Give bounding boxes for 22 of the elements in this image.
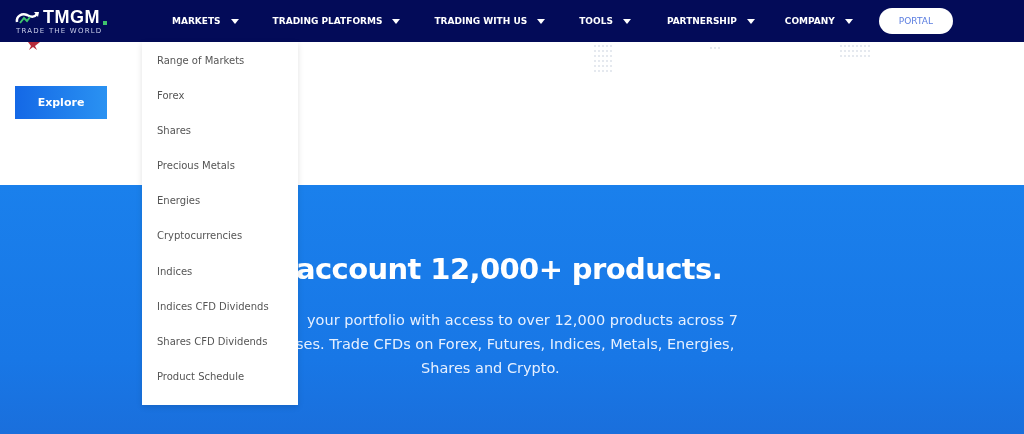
hero-headline: account 12,000+ products. [296,252,723,286]
dropdown-item[interactable]: Cryptocurrencies [142,229,298,265]
dropdown-item[interactable]: Forex [142,89,298,125]
nav-menu-item[interactable]: PARTNERSHIP [666,16,755,26]
dropdown-item[interactable]: Precious Metals [142,159,298,195]
nav-menu-item[interactable]: TRADING PLATFORMS [272,16,401,26]
dropdown-item[interactable]: Indices CFD Dividends [142,299,298,335]
explore-button[interactable]: Explore [15,86,107,119]
logo-text: TMGM [43,7,100,27]
dropdown-item[interactable]: Product Schedule [142,369,298,405]
dropdown-item[interactable]: Shares [142,124,298,160]
nav-menu-item[interactable]: TRADING WITH US [434,16,546,26]
dropdown-item[interactable]: Indices [142,264,298,300]
nav-menu-item[interactable]: TOOLS [579,16,631,26]
dropdown-item[interactable]: Shares CFD Dividends [142,334,298,370]
nav-menu-item[interactable]: MARKETS [172,16,239,26]
portal-button[interactable]: PORTAL [878,8,953,34]
hero-text: Shares and Crypto. [420,359,560,378]
dropdown-item[interactable]: Energies [142,194,298,230]
hero-text: your portfolio with access to over 12,000 products across 7 [306,311,738,330]
dropdown-item[interactable]: Range of Markets [142,54,298,90]
nav-menu-item[interactable]: COMPANY [784,16,853,26]
